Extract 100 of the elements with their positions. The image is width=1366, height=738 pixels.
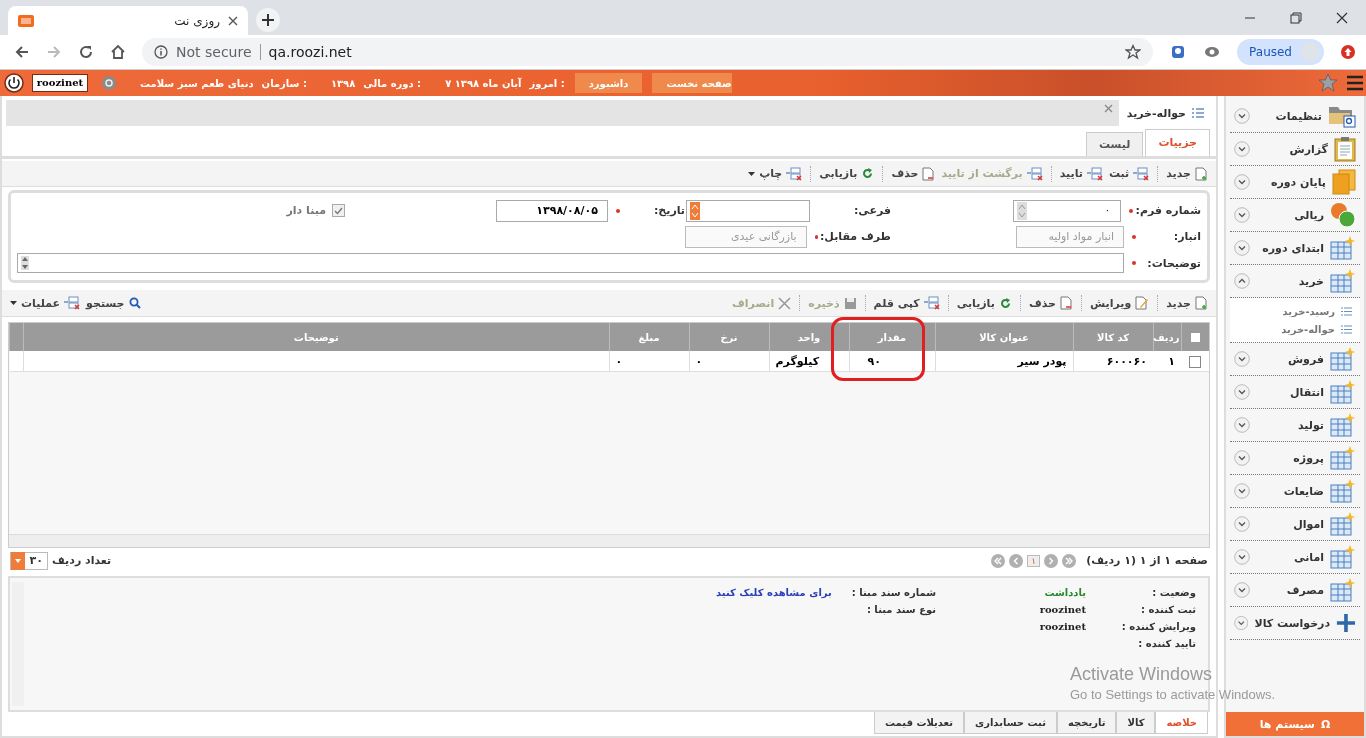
sidebar-item[interactable]: گزارش <box>1230 133 1360 166</box>
toolbar-button[interactable]: ویرایش <box>1089 296 1150 311</box>
coins-icon <box>1330 202 1356 228</box>
input-field[interactable]: ۰ <box>1012 199 1121 222</box>
chevron-icon[interactable] <box>1234 417 1250 433</box>
spinner-icon[interactable] <box>1016 201 1027 220</box>
chevron-icon[interactable] <box>1234 516 1250 532</box>
field-label: توضیحات: <box>1146 256 1201 270</box>
horizontal-scrollbar[interactable] <box>9 533 1209 547</box>
header-value: دنیای طعم سبز سلامت <box>140 77 254 89</box>
checkbox-label: مبنا دار <box>286 204 326 218</box>
sidebar-item[interactable]: ریالی <box>1230 199 1360 232</box>
address-field[interactable]: Not secure qa.roozi.net <box>142 38 1154 66</box>
chevron-icon[interactable] <box>1234 108 1250 124</box>
chevron-icon[interactable] <box>1234 582 1250 598</box>
field-label: تاریخ: <box>652 204 685 218</box>
chevron-icon[interactable] <box>1234 273 1250 289</box>
sidebar-subitem[interactable]: حواله-خرید <box>1230 320 1360 338</box>
sidebar-item[interactable]: مصرف <box>1230 574 1360 607</box>
tab[interactable]: خلاصه <box>1155 712 1208 735</box>
header-value: ۱۳۹۸ <box>330 77 356 89</box>
sidebar-item[interactable]: درخواست کالا <box>1230 607 1360 640</box>
input-field[interactable]: ۱۳۹۸/۰۸/۰۵ <box>496 199 608 222</box>
user-field[interactable]: roozinet <box>32 74 88 92</box>
toolbar-button[interactable]: ثبت <box>1108 166 1150 181</box>
update-icon[interactable] <box>1340 44 1356 60</box>
toolbar-button[interactable]: چاپ <box>748 166 803 181</box>
toolbar-button[interactable]: حذف <box>1028 296 1073 311</box>
document-tab[interactable]: حواله-خرید <box>1118 100 1212 126</box>
gear-icon[interactable] <box>102 76 116 90</box>
toolbar-button[interactable]: حذف <box>891 166 936 181</box>
toolbar-button[interactable]: کپی قلم <box>873 296 940 311</box>
new-tab-icon[interactable] <box>256 8 280 32</box>
chevron-icon[interactable] <box>1234 141 1250 157</box>
sidebar-item[interactable]: پایان دوره <box>1230 166 1360 199</box>
input-field[interactable] <box>17 253 1124 274</box>
restore-icon[interactable] <box>1290 11 1302 24</box>
chevron-icon[interactable] <box>1234 351 1250 367</box>
menu-icon[interactable] <box>1346 75 1364 91</box>
tab[interactable]: جزییات <box>1145 128 1210 156</box>
table-cell: پودر سیر <box>1017 354 1067 368</box>
table-icon <box>1330 380 1356 404</box>
sidebar-item[interactable]: ابتدای دوره <box>1230 232 1360 265</box>
table-cell: ۰ <box>695 354 703 368</box>
browser-tab[interactable]: روزی نت <box>8 6 248 35</box>
power-icon[interactable] <box>4 73 24 93</box>
tab[interactable]: تاریخچه <box>1056 712 1117 735</box>
search-button[interactable]: جستجو <box>86 296 141 310</box>
tab[interactable]: کالا <box>1116 712 1156 735</box>
page-size-dropdown[interactable]: ۳۰ <box>10 551 48 570</box>
tab[interactable]: تعدیلات قیمت <box>874 712 964 735</box>
close-icon[interactable] <box>228 15 238 26</box>
refresh-icon <box>998 296 1012 310</box>
sidebar-item[interactable]: ضایعات <box>1230 475 1360 508</box>
sidebar-item[interactable]: پروژه <box>1230 442 1360 475</box>
sidebar-item[interactable]: فروش <box>1230 343 1360 376</box>
table-icon <box>1330 512 1356 536</box>
star-icon[interactable] <box>1318 73 1338 93</box>
sidebar-subitem[interactable]: رسید-خرید <box>1230 302 1360 320</box>
sidebar-item[interactable]: اموال <box>1230 508 1360 541</box>
table-icon <box>1330 545 1356 569</box>
form-arrow-icon <box>786 166 803 181</box>
new-document-icon <box>1195 296 1208 311</box>
home-icon[interactable] <box>110 44 126 60</box>
sidebar-item[interactable]: انتقال <box>1230 376 1360 409</box>
chevron-icon[interactable] <box>1234 549 1250 565</box>
chevron-icon[interactable] <box>1234 240 1250 256</box>
profile-button[interactable]: Paused <box>1237 39 1324 65</box>
chevron-icon[interactable] <box>1234 450 1250 466</box>
operations-button[interactable]: عملیات <box>10 296 81 311</box>
row-checkbox[interactable] <box>1189 355 1201 368</box>
input-field[interactable] <box>686 199 810 222</box>
chevron-icon[interactable] <box>1234 615 1249 631</box>
bookmark-star-icon[interactable] <box>1125 44 1142 60</box>
view-link[interactable]: برای مشاهده کلیک کنید <box>716 586 832 598</box>
toolbar-button[interactable]: تایید <box>1059 166 1103 181</box>
toolbar-button[interactable]: بازیابی <box>819 167 875 181</box>
reload-icon[interactable] <box>78 44 94 60</box>
chevron-icon[interactable] <box>1234 207 1250 223</box>
spinner-icon[interactable] <box>690 201 700 220</box>
current-page[interactable]: ۱ <box>1027 554 1041 567</box>
resize-arrows-icon[interactable] <box>21 256 29 271</box>
toolbar-button[interactable]: جدید <box>1166 166 1208 181</box>
delete-document-icon <box>922 166 936 181</box>
select-all-checkbox[interactable] <box>1190 333 1200 343</box>
sidebar-item[interactable]: امانی <box>1230 541 1360 574</box>
tab[interactable]: ثبت حسابداری <box>964 712 1057 735</box>
chevron-icon[interactable] <box>1234 483 1250 499</box>
chevron-icon[interactable] <box>1234 384 1250 400</box>
toolbar-button[interactable]: جدید <box>1166 296 1208 311</box>
toolbar-button[interactable]: بازیابی <box>956 296 1012 310</box>
field-label: انبار: <box>1172 230 1201 244</box>
tab[interactable]: لیست <box>1085 131 1144 156</box>
sidebar-item[interactable]: تولید <box>1230 409 1360 442</box>
close-icon[interactable] <box>1336 11 1348 24</box>
form-arrow-icon <box>1133 166 1150 181</box>
sidebar-item[interactable]: تنظیمات <box>1230 100 1360 133</box>
chevron-icon[interactable] <box>1234 174 1250 190</box>
back-icon[interactable] <box>14 44 30 60</box>
header-value: ۷ آبان ماه ۱۳۹۸ <box>445 77 522 89</box>
